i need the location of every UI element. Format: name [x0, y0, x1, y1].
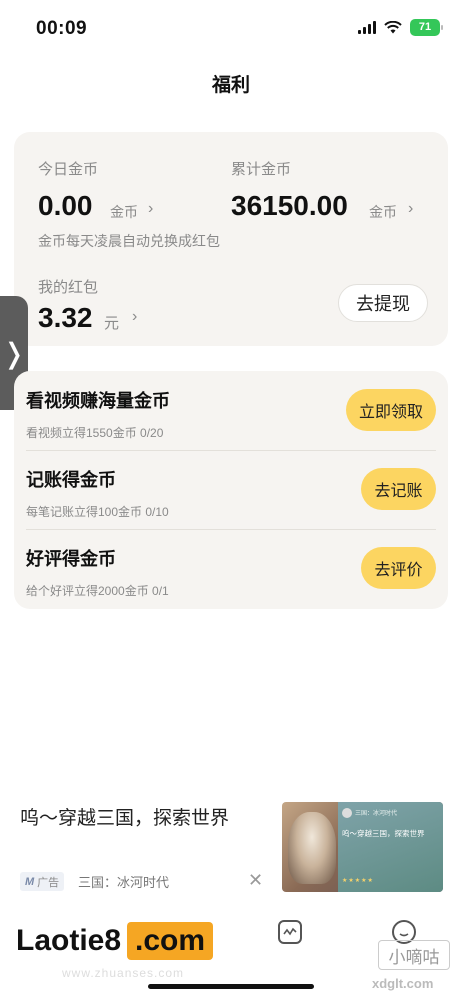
ad-source: 三国：冰河时代 [78, 875, 170, 890]
redpacket-unit: 元 [104, 315, 120, 332]
ad-avatar [342, 808, 352, 818]
status-time: 00:09 [36, 18, 88, 39]
today-coins-chevron-icon[interactable]: › [148, 200, 153, 218]
ad-title[interactable]: 呜～穿越三国，探索世界 [20, 803, 229, 830]
ad-image-name: 三国：冰河时代 [355, 811, 398, 817]
battery-icon: 71 [410, 19, 443, 36]
task-title: 看视频赚海量金币 [26, 391, 170, 411]
exchange-note: 金币每天凌晨自动兑换成红包 [38, 233, 220, 249]
redpacket-chevron-icon[interactable]: › [132, 308, 137, 326]
ad-logo-icon: M [25, 875, 35, 888]
status-icons: 71 [358, 19, 443, 36]
task-subtitle: 看视频立得1550金币 0/20 [26, 426, 164, 440]
total-coins-value[interactable]: 36150.00 [231, 190, 348, 222]
chevron-right-icon: ❭ [2, 337, 26, 369]
watermark-logo: Laotie8 .com [10, 922, 214, 960]
coin-summary-card: 今日金币 0.00 金币 › 累计金币 36150.00 金币 › 金币每天凌晨… [14, 132, 448, 346]
go-bookkeeping-button[interactable]: 去记账 [361, 468, 436, 510]
wifi-icon [384, 21, 402, 34]
watermark-site: xdglt.com [372, 976, 434, 991]
withdraw-button[interactable]: 去提现 [338, 284, 428, 322]
task-item-watch-video: 看视频赚海量金币 看视频立得1550金币 0/20 立即领取 [14, 371, 448, 450]
today-coins-value[interactable]: 0.00 [38, 190, 93, 222]
page-title: 福利 [211, 75, 250, 96]
chart-icon[interactable] [278, 920, 302, 944]
today-coins-unit: 金币 [110, 204, 138, 220]
task-list-card: 看视频赚海量金币 看视频立得1550金币 0/20 立即领取 记账得金币 每笔记… [14, 371, 448, 609]
total-coins-unit: 金币 [369, 204, 397, 220]
total-coins-chevron-icon[interactable]: › [408, 200, 413, 218]
ad-character-image [288, 812, 336, 884]
task-subtitle: 给个好评立得2000金币 0/1 [26, 584, 169, 598]
ad-image-text: 呜～穿越三国，探索世界 [342, 829, 425, 838]
task-subtitle: 每笔记账立得100金币 0/10 [26, 505, 169, 519]
go-review-button[interactable]: 去评价 [361, 547, 436, 589]
claim-now-button[interactable]: 立即领取 [346, 389, 436, 431]
task-title: 好评得金币 [26, 549, 116, 569]
redpacket-label: 我的红包 [38, 279, 99, 296]
task-item-review: 好评得金币 给个好评立得2000金币 0/1 去评价 [14, 529, 448, 608]
signal-icon [358, 21, 376, 34]
ad-banner[interactable]: 呜～穿越三国，探索世界 M 广告 三国：冰河时代 ✕ 三国：冰河时代 呜～穿越三国… [0, 790, 462, 900]
today-coins-label: 今日金币 [38, 161, 99, 178]
watermark-badge: 小嘀咕 [378, 940, 450, 970]
home-indicator[interactable] [148, 984, 314, 989]
status-bar: 00:09 71 [0, 0, 462, 56]
total-coins-label: 累计金币 [231, 161, 292, 178]
watermark-url: www.zhuanses.com [62, 966, 185, 980]
ad-tag: M 广告 [20, 872, 65, 891]
task-title: 记账得金币 [26, 470, 116, 490]
task-item-bookkeeping: 记账得金币 每笔记账立得100金币 0/10 去记账 [14, 450, 448, 529]
redpacket-value[interactable]: 3.32 [38, 302, 93, 334]
close-icon[interactable]: ✕ [248, 870, 263, 891]
ad-rating-stars: ★★★★★ [342, 878, 374, 884]
ad-image[interactable]: 三国：冰河时代 呜～穿越三国，探索世界 ★★★★★ [282, 802, 443, 892]
